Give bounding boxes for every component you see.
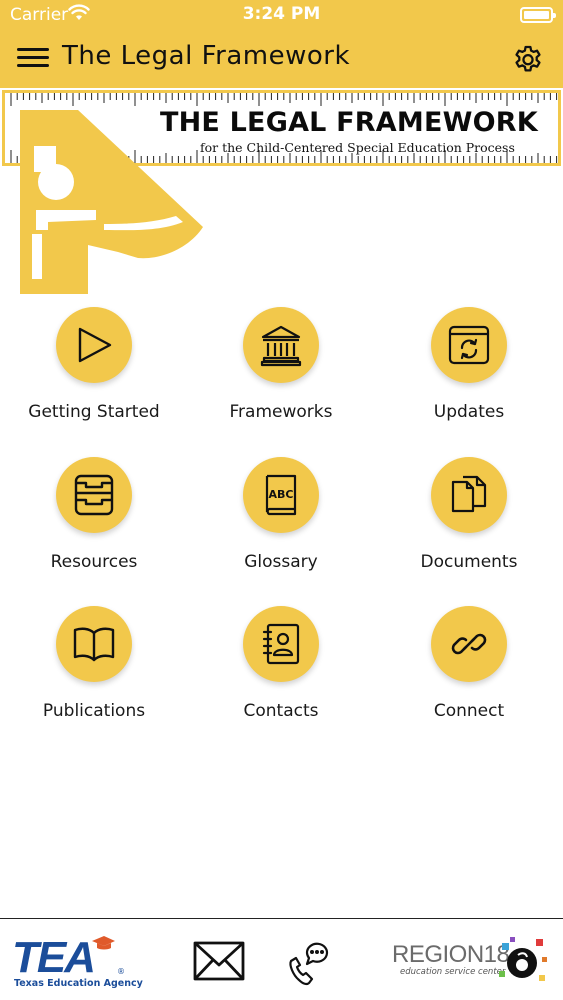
resources-button[interactable]: Resources	[0, 455, 188, 595]
tea-logo[interactable]: TEA ® Texas Education Agency	[12, 933, 143, 991]
tile-label: Contacts	[243, 701, 319, 721]
documents-button[interactable]: Documents	[375, 455, 563, 595]
documents-icon	[451, 475, 487, 513]
inbox-tray-icon	[74, 474, 114, 516]
region18-logo[interactable]: REGION18 education service center	[392, 937, 552, 992]
gear-icon[interactable]	[511, 42, 545, 76]
battery-icon	[520, 7, 556, 23]
glossary-button[interactable]: ABC Glossary	[187, 455, 375, 595]
phone-chat-icon[interactable]	[285, 939, 333, 987]
footer-bar: TEA ® Texas Education Agency REGION18 ed…	[0, 918, 563, 1000]
tile-label: Resources	[50, 552, 138, 572]
getting-started-circle	[56, 307, 132, 383]
publications-circle	[56, 606, 132, 682]
play-icon	[78, 327, 112, 363]
tile-label: Updates	[433, 402, 505, 422]
abc-book-icon: ABC	[265, 474, 297, 516]
region-subtitle: education service center	[400, 967, 506, 977]
drafting-triangle-icon	[20, 110, 203, 294]
tea-logo-text: TEA	[12, 933, 96, 982]
link-icon	[451, 633, 487, 655]
tile-label: Glossary	[244, 552, 318, 572]
connect-button[interactable]: Connect	[375, 604, 563, 744]
envelope-icon[interactable]	[193, 941, 245, 981]
documents-circle	[431, 457, 507, 533]
open-book-icon	[73, 627, 115, 662]
registered-mark: ®	[117, 967, 125, 976]
tea-agency-name: Texas Education Agency	[14, 978, 143, 989]
page-title: The Legal Framework	[62, 41, 350, 71]
hamburger-menu-icon[interactable]	[17, 45, 49, 71]
refresh-window-icon	[448, 325, 490, 365]
tile-label: Frameworks	[229, 402, 333, 422]
region-name: REGION18	[392, 941, 510, 968]
contacts-button[interactable]: Contacts	[187, 604, 375, 744]
legal-framework-banner: THE LEGAL FRAMEWORK for the Child-Center…	[0, 88, 563, 303]
frameworks-button[interactable]: Frameworks	[187, 305, 375, 445]
getting-started-button[interactable]: Getting Started	[0, 305, 188, 445]
tile-label: Publications	[42, 701, 146, 721]
region18-badge-icon	[499, 937, 547, 981]
connect-circle	[431, 606, 507, 682]
banner-headline: THE LEGAL FRAMEWORK	[160, 107, 538, 138]
graduation-cap-icon	[92, 936, 115, 950]
ruler-ticks-top	[10, 93, 558, 106]
nav-bar: The Legal Framework	[0, 30, 563, 88]
glossary-circle: ABC	[243, 457, 319, 533]
address-book-icon	[262, 623, 300, 665]
status-bar: Carrier 3:24 PM	[0, 0, 563, 30]
frameworks-circle	[243, 307, 319, 383]
bank-building-icon	[260, 325, 302, 367]
contacts-circle	[243, 606, 319, 682]
resources-circle	[56, 457, 132, 533]
clock: 3:24 PM	[242, 4, 321, 24]
tile-label: Getting Started	[28, 402, 160, 422]
tile-label: Documents	[420, 552, 518, 572]
updates-button[interactable]: Updates	[375, 305, 563, 445]
publications-button[interactable]: Publications	[0, 604, 188, 744]
tile-label: Connect	[433, 701, 505, 721]
svg-text:ABC: ABC	[269, 488, 294, 501]
updates-circle	[431, 307, 507, 383]
